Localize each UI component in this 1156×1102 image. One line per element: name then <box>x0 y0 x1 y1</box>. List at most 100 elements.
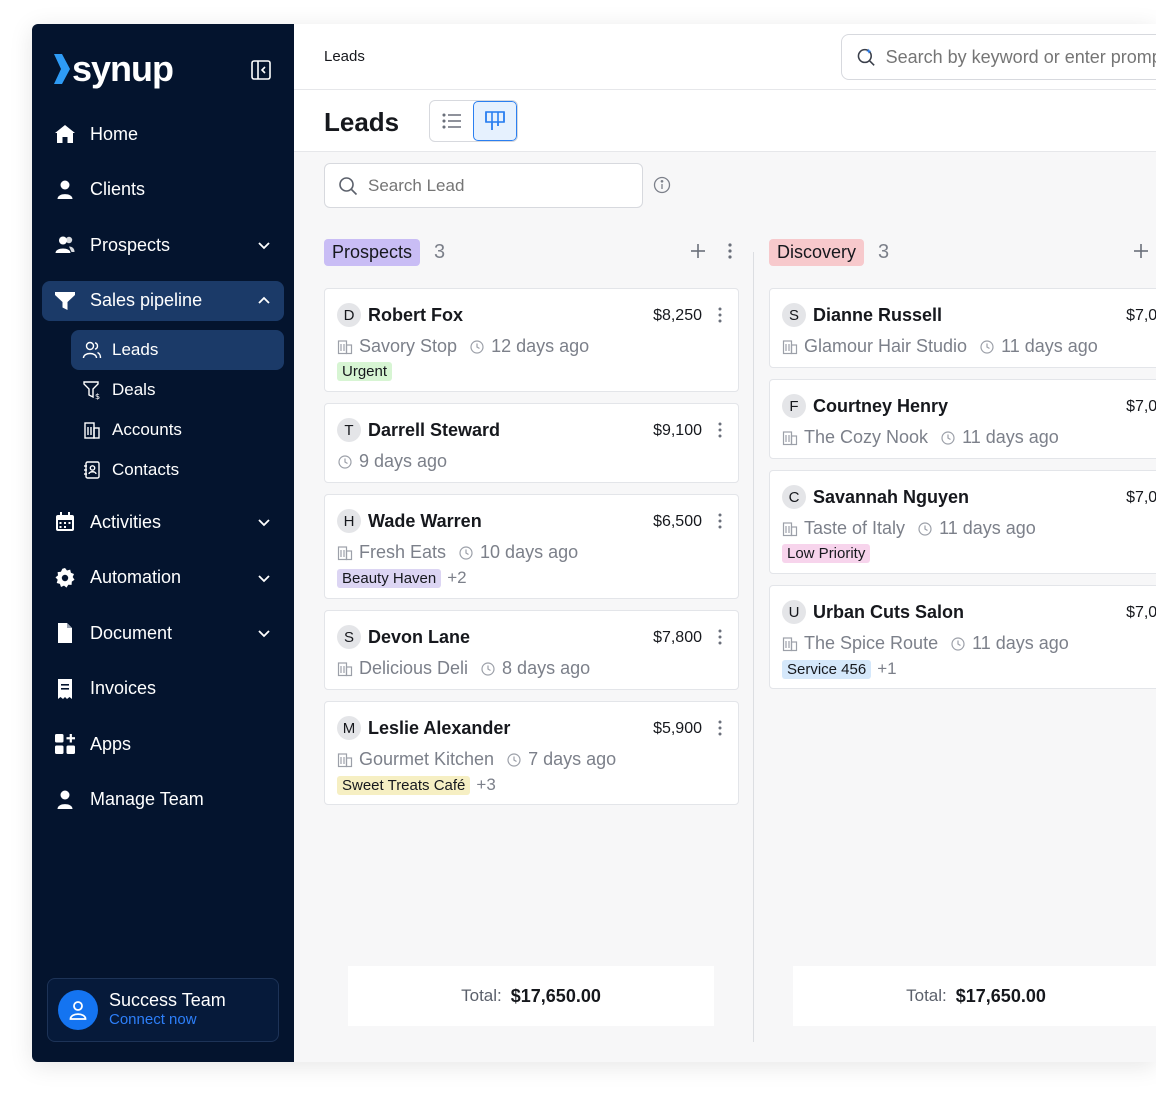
lead-time: 11 days ago <box>972 633 1069 653</box>
sidebar-item-label: Invoices <box>90 678 157 698</box>
lead-tag: Low Priority <box>782 544 871 563</box>
sidebar-item-invoices[interactable]: Invoices <box>42 669 284 709</box>
app-window: synup Home Clients Prospects Sales pipel… <box>32 24 1156 1062</box>
lead-initial: F <box>782 394 806 418</box>
logo[interactable]: synup <box>52 51 174 87</box>
collapse-sidebar-icon[interactable] <box>250 59 272 81</box>
lead-search[interactable] <box>324 163 643 208</box>
column-menu-button[interactable] <box>720 240 740 262</box>
main-content: Leads Leads <box>294 24 1156 1062</box>
sidebar-subitem-contacts[interactable]: Contacts <box>71 450 284 490</box>
lead-search-input[interactable] <box>368 175 628 196</box>
lead-amount: $8,250 <box>653 307 702 324</box>
sidebar-subitem-accounts[interactable]: Accounts <box>71 410 284 450</box>
add-lead-button[interactable] <box>688 240 708 262</box>
lead-amount: $6,500 <box>653 513 702 530</box>
column-divider <box>753 252 754 1042</box>
card-menu-icon[interactable] <box>716 306 724 324</box>
lead-amount: $7,050 <box>1126 307 1156 324</box>
lead-amount: $9,100 <box>653 422 702 439</box>
more-tags-count[interactable]: +1 <box>877 659 896 679</box>
sidebar-item-document[interactable]: Document <box>42 613 284 653</box>
card-menu-icon[interactable] <box>716 512 724 530</box>
global-search-input[interactable] <box>885 46 1156 68</box>
lead-initial: U <box>782 600 806 624</box>
lead-initial: M <box>337 716 361 740</box>
synup-logo-icon <box>54 54 70 84</box>
lead-card[interactable]: M Leslie Alexander $5,900 Gourmet Kitchen… <box>324 701 739 805</box>
sidebar-item-automation[interactable]: Automation <box>42 558 284 598</box>
file-icon <box>54 622 76 644</box>
sidebar-item-sales-pipeline[interactable]: Sales pipeline <box>42 280 284 321</box>
sidebar-subitem-deals[interactable]: $ Deals <box>71 370 284 410</box>
lead-card[interactable]: H Wade Warren $6,500 Fresh Eats 10 days a… <box>324 494 739 599</box>
column-title: Discovery <box>769 238 865 266</box>
lead-time: 12 days ago <box>491 336 590 356</box>
more-tags-count[interactable]: +2 <box>447 568 466 588</box>
info-icon[interactable] <box>653 176 671 194</box>
lead-name: Robert Fox <box>368 304 464 325</box>
kanban-view-button[interactable] <box>473 101 517 141</box>
lead-card[interactable]: D Robert Fox $8,250 Savory Stop 12 days a… <box>324 288 739 392</box>
lead-initial: T <box>337 418 361 442</box>
user-icon <box>54 179 76 201</box>
column-header: Prospects 3 <box>324 234 740 270</box>
building-icon <box>782 521 798 537</box>
clock-icon <box>940 430 956 446</box>
view-toggle <box>429 100 518 142</box>
clock-icon <box>950 636 966 652</box>
lead-card[interactable]: S Devon Lane $7,800 Delicious Deli 8 days… <box>324 610 739 690</box>
global-search[interactable] <box>841 34 1156 80</box>
receipt-icon <box>54 678 76 700</box>
building-icon <box>82 420 102 440</box>
building-icon <box>782 339 798 355</box>
lead-company: The Spice Route <box>804 633 939 653</box>
contact-book-icon <box>82 460 102 480</box>
add-lead-button[interactable] <box>1131 240 1151 262</box>
clock-icon <box>979 339 995 355</box>
chevron-down-icon <box>258 242 270 250</box>
page-header: Leads <box>294 90 1156 152</box>
column-count: 3 <box>434 240 446 263</box>
lead-time: 7 days ago <box>528 749 617 769</box>
sidebar-item-prospects[interactable]: Prospects <box>42 225 284 265</box>
column-count: 3 <box>878 240 890 263</box>
lead-card[interactable]: U Urban Cuts Salon $7,050 The Spice Route… <box>769 585 1156 689</box>
sidebar-item-apps[interactable]: Apps <box>42 724 284 764</box>
lead-card[interactable]: C Savannah Nguyen $7,050 Taste of Italy 1… <box>769 470 1156 574</box>
calendar-icon <box>54 511 76 533</box>
lead-card[interactable]: S Dianne Russell $7,050 Glamour Hair Stud… <box>769 288 1156 368</box>
list-icon <box>442 113 461 129</box>
building-icon <box>337 752 353 768</box>
lead-card[interactable]: F Courtney Henry $7,050 The Cozy Nook 11 … <box>769 379 1156 459</box>
column-header: Discovery 3 <box>769 234 1156 270</box>
card-menu-icon[interactable] <box>716 628 724 646</box>
breadcrumb[interactable]: Leads <box>324 48 365 65</box>
sidebar: synup Home Clients Prospects Sales pipel… <box>32 24 294 1062</box>
connect-now-link[interactable]: Connect now <box>109 1010 226 1030</box>
column-title: Prospects <box>324 238 421 266</box>
lead-company: Taste of Italy <box>804 518 906 538</box>
lead-card[interactable]: T Darrell Steward $9,100 9 days ago <box>324 403 739 483</box>
chevron-down-icon <box>258 519 270 527</box>
lead-company: Savory Stop <box>359 336 458 356</box>
list-view-button[interactable] <box>430 101 473 141</box>
user-icon <box>54 789 76 811</box>
lead-name: Savannah Nguyen <box>813 486 970 507</box>
sidebar-item-home[interactable]: Home <box>42 114 284 154</box>
avatar <box>58 990 98 1030</box>
lead-tag: Service 456 <box>782 659 872 679</box>
sidebar-item-manage-team[interactable]: Manage Team <box>42 780 284 820</box>
more-tags-count[interactable]: +3 <box>476 775 495 795</box>
sidebar-item-activities[interactable]: Activities <box>42 502 284 542</box>
lead-tag: Sweet Treats Café <box>337 775 471 795</box>
column-actions <box>688 240 740 262</box>
sidebar-subitem-leads[interactable]: Leads <box>71 330 284 370</box>
user-card[interactable]: Success Team Connect now <box>47 978 279 1042</box>
card-menu-icon[interactable] <box>716 421 724 439</box>
lead-name: Devon Lane <box>368 626 471 647</box>
card-menu-icon[interactable] <box>716 719 724 737</box>
lead-company: Fresh Eats <box>359 542 447 562</box>
sidebar-item-clients[interactable]: Clients <box>42 170 284 210</box>
lead-company: The Cozy Nook <box>804 427 929 447</box>
